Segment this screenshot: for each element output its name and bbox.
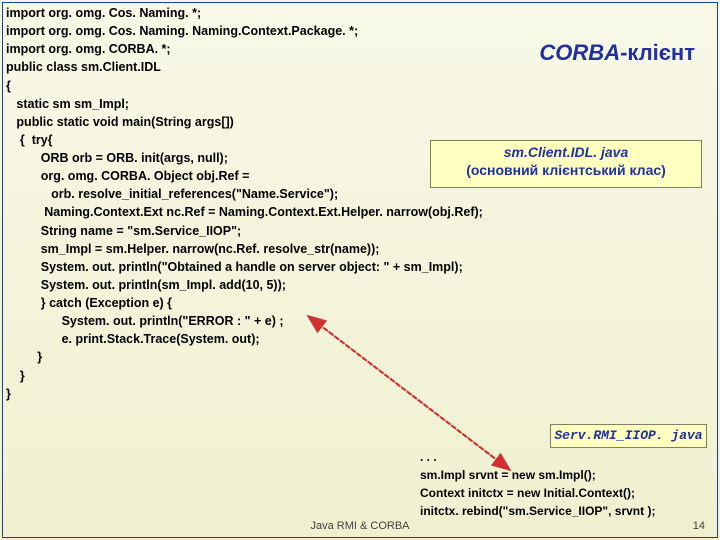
corner-line: . . . xyxy=(420,450,437,464)
corner-line: sm.Impl srvnt = new sm.Impl(); xyxy=(420,468,596,482)
title-suffix: -клієнт xyxy=(620,40,695,65)
slide-title: CORBA-клієнт xyxy=(539,40,695,66)
callout-desc: (основний клієнтський клас) xyxy=(466,162,666,178)
callout-server-text: Serv.RMI_IIOP. java xyxy=(554,428,702,443)
code-line: import org. omg. Cos. Naming. *; xyxy=(6,6,201,20)
code-line: orb. resolve_initial_references("Name.Se… xyxy=(6,187,338,201)
code-line: static sm sm_Impl; xyxy=(6,97,129,111)
code-line: public static void main(String args[]) xyxy=(6,115,234,129)
corner-line: Context initctx = new Initial.Context(); xyxy=(420,486,635,500)
corner-line: initctx. rebind("sm.Service_IIOP", srvnt… xyxy=(420,504,655,518)
code-line: Naming.Context.Ext nc.Ref = Naming.Conte… xyxy=(6,205,483,219)
code-line: { try{ xyxy=(6,133,53,147)
code-line: public class sm.Client.IDL xyxy=(6,60,161,74)
code-line: } catch (Exception e) { xyxy=(6,296,172,310)
code-line: System. out. println("Obtained a handle … xyxy=(6,260,463,274)
corner-code-block: . . . sm.Impl srvnt = new sm.Impl(); Con… xyxy=(420,448,655,520)
code-line: String name = "sm.Service_IIOP"; xyxy=(6,224,241,238)
code-line: ORB orb = ORB. init(args, null); xyxy=(6,151,228,165)
code-line: { xyxy=(6,79,11,93)
callout-filename: sm.Client.IDL. java xyxy=(504,144,628,160)
code-line: } xyxy=(6,350,42,364)
code-line: import org. omg. CORBA. *; xyxy=(6,42,171,56)
code-line: System. out. println(sm_Impl. add(10, 5)… xyxy=(6,278,286,292)
code-line: } xyxy=(6,387,11,401)
code-line: sm_Impl = sm.Helper. narrow(nc.Ref. reso… xyxy=(6,242,379,256)
code-line: System. out. println("ERROR : " + e) ; xyxy=(6,314,284,328)
callout-server-file: Serv.RMI_IIOP. java xyxy=(550,424,707,448)
footer-text: Java RMI & CORBA xyxy=(0,520,720,532)
main-code-block: import org. omg. Cos. Naming. *; import … xyxy=(6,4,483,403)
code-line: e. print.Stack.Trace(System. out); xyxy=(6,332,260,346)
code-line: org. omg. CORBA. Object obj.Ref = xyxy=(6,169,249,183)
code-line: import org. omg. Cos. Naming. Naming.Con… xyxy=(6,24,358,38)
code-line: } xyxy=(6,369,25,383)
page-number: 14 xyxy=(693,520,705,532)
title-corba: CORBA xyxy=(539,40,620,65)
callout-client-class: sm.Client.IDL. java (основний клієнтськи… xyxy=(430,140,702,188)
